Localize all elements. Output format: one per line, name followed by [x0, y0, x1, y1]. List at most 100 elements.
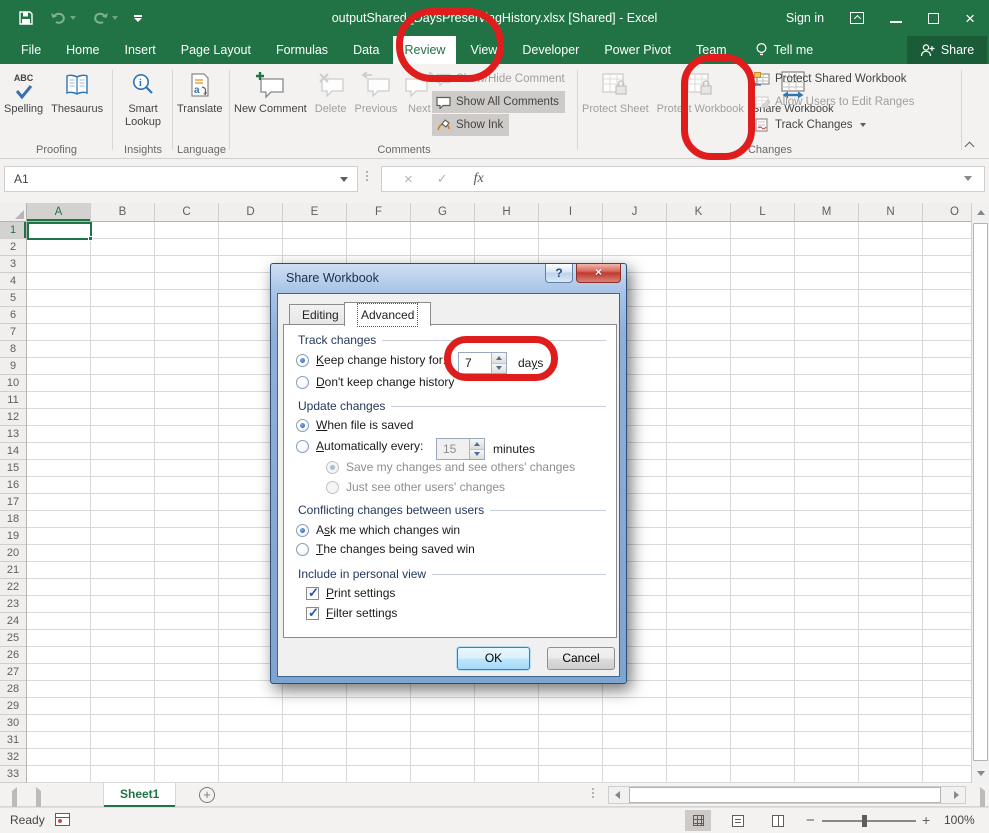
scroll-right-icon[interactable]: [948, 787, 965, 803]
row-header-29[interactable]: 29: [0, 698, 26, 715]
column-header-j[interactable]: J: [603, 203, 667, 221]
row-header-12[interactable]: 12: [0, 409, 26, 426]
option-filter-settings[interactable]: Filter settings: [306, 606, 397, 620]
row-header-28[interactable]: 28: [0, 681, 26, 698]
row-header-33[interactable]: 33: [0, 766, 26, 783]
row-header-8[interactable]: 8: [0, 341, 26, 358]
ribbon-tab-view[interactable]: View: [459, 36, 508, 64]
radio-ask-which-win[interactable]: [296, 524, 309, 537]
maximize-icon[interactable]: [928, 13, 939, 24]
column-header-o[interactable]: O: [923, 203, 971, 221]
cancel-entry-icon[interactable]: ×: [404, 171, 413, 188]
collapse-ribbon-icon[interactable]: [965, 140, 975, 150]
zoom-in-icon[interactable]: +: [922, 812, 930, 828]
row-header-30[interactable]: 30: [0, 715, 26, 732]
close-icon[interactable]: ×: [965, 10, 975, 27]
days-spin-up-icon[interactable]: [492, 353, 506, 363]
show-ink-button[interactable]: Show Ink: [432, 114, 509, 136]
radio-automatically-every[interactable]: [296, 440, 309, 453]
name-box[interactable]: A1: [4, 166, 358, 192]
ribbon-tab-insert[interactable]: Insert: [114, 36, 167, 64]
column-header-n[interactable]: N: [859, 203, 923, 221]
tab-advanced[interactable]: Advanced: [344, 302, 431, 326]
row-header-1[interactable]: 1: [0, 222, 26, 239]
minimize-icon[interactable]: [890, 21, 902, 23]
option-print-settings[interactable]: Print settings: [306, 586, 395, 600]
tab-editing[interactable]: Editing: [289, 304, 352, 325]
ribbon-display-options-icon[interactable]: [850, 12, 864, 24]
row-header-7[interactable]: 7: [0, 324, 26, 341]
normal-view-button[interactable]: [685, 810, 711, 831]
new-comment-button[interactable]: New Comment: [230, 67, 311, 118]
days-spin-down-icon[interactable]: [492, 363, 506, 374]
zoom-slider-thumb[interactable]: [862, 815, 867, 827]
row-header-9[interactable]: 9: [0, 358, 26, 375]
row-header-10[interactable]: 10: [0, 375, 26, 392]
column-header-m[interactable]: M: [795, 203, 859, 221]
option-dont-keep-history[interactable]: Don't keep change history: [296, 375, 454, 389]
vertical-scrollbar-thumb[interactable]: [973, 223, 988, 761]
macro-record-icon[interactable]: [55, 813, 70, 826]
zoom-slider[interactable]: [822, 820, 916, 822]
row-header-11[interactable]: 11: [0, 392, 26, 409]
column-header-a[interactable]: A: [27, 203, 91, 221]
scroll-down-icon[interactable]: [972, 764, 989, 782]
page-break-view-button[interactable]: [765, 810, 791, 831]
ribbon-tab-formulas[interactable]: Formulas: [265, 36, 339, 64]
cancel-button[interactable]: Cancel: [547, 647, 615, 670]
fill-handle[interactable]: [88, 236, 93, 241]
checkbox-print-settings[interactable]: [306, 587, 319, 600]
protect-workbook-button[interactable]: Protect Workbook: [653, 67, 748, 118]
delete-comment-button[interactable]: Delete: [311, 67, 351, 118]
scroll-up-icon[interactable]: [972, 203, 989, 221]
ribbon-tab-home[interactable]: Home: [55, 36, 110, 64]
spelling-button[interactable]: ABC Spelling: [0, 67, 47, 118]
radio-keep-change-history[interactable]: [296, 354, 309, 367]
active-cell-a1[interactable]: [27, 222, 92, 240]
row-header-21[interactable]: 21: [0, 562, 26, 579]
dialog-help-button[interactable]: ?: [545, 264, 573, 283]
insert-function-icon[interactable]: fx: [474, 171, 484, 187]
sheet-tab-sheet1[interactable]: Sheet1: [103, 783, 176, 807]
days-spinner[interactable]: 7: [458, 352, 507, 374]
name-box-dropdown-icon[interactable]: [340, 177, 348, 182]
previous-comment-button[interactable]: Previous: [351, 67, 402, 118]
allow-users-edit-ranges-button[interactable]: Allow Users to Edit Ranges: [750, 91, 920, 113]
show-hide-comment-button[interactable]: Show/Hide Comment: [432, 68, 571, 90]
select-all-corner[interactable]: [0, 203, 27, 222]
protect-sheet-button[interactable]: Protect Sheet: [578, 67, 653, 118]
column-header-d[interactable]: D: [219, 203, 283, 221]
formula-bar-resize-handle[interactable]: [366, 171, 368, 181]
row-header-16[interactable]: 16: [0, 477, 26, 494]
radio-dont-keep-history[interactable]: [296, 376, 309, 389]
row-header-2[interactable]: 2: [0, 239, 26, 256]
new-sheet-icon[interactable]: +: [199, 787, 215, 803]
dialog-close-icon[interactable]: ×: [576, 264, 621, 283]
ribbon-tab-power-pivot[interactable]: Power Pivot: [593, 36, 682, 64]
row-header-31[interactable]: 31: [0, 732, 26, 749]
thesaurus-button[interactable]: Thesaurus: [47, 67, 107, 118]
column-header-g[interactable]: G: [411, 203, 475, 221]
ribbon-tab-review[interactable]: Review: [393, 36, 456, 64]
option-automatically-every[interactable]: Automatically every:: [296, 439, 423, 453]
track-changes-dropdown-icon[interactable]: [860, 123, 866, 127]
row-header-4[interactable]: 4: [0, 273, 26, 290]
zoom-level[interactable]: 100%: [944, 813, 975, 827]
checkbox-filter-settings[interactable]: [306, 607, 319, 620]
row-header-17[interactable]: 17: [0, 494, 26, 511]
column-header-f[interactable]: F: [347, 203, 411, 221]
row-header-13[interactable]: 13: [0, 426, 26, 443]
column-header-h[interactable]: H: [475, 203, 539, 221]
ribbon-tab-team[interactable]: Team: [685, 36, 738, 64]
row-header-32[interactable]: 32: [0, 749, 26, 766]
zoom-out-icon[interactable]: −: [806, 812, 815, 829]
option-saved-win[interactable]: The changes being saved win: [296, 542, 475, 556]
horizontal-scrollbar-thumb[interactable]: [629, 787, 941, 803]
row-header-22[interactable]: 22: [0, 579, 26, 596]
scroll-left-icon[interactable]: [609, 787, 626, 803]
ribbon-tab-page-layout[interactable]: Page Layout: [170, 36, 262, 64]
radio-when-file-saved[interactable]: [296, 419, 309, 432]
row-header-5[interactable]: 5: [0, 290, 26, 307]
column-header-l[interactable]: L: [731, 203, 795, 221]
row-header-6[interactable]: 6: [0, 307, 26, 324]
